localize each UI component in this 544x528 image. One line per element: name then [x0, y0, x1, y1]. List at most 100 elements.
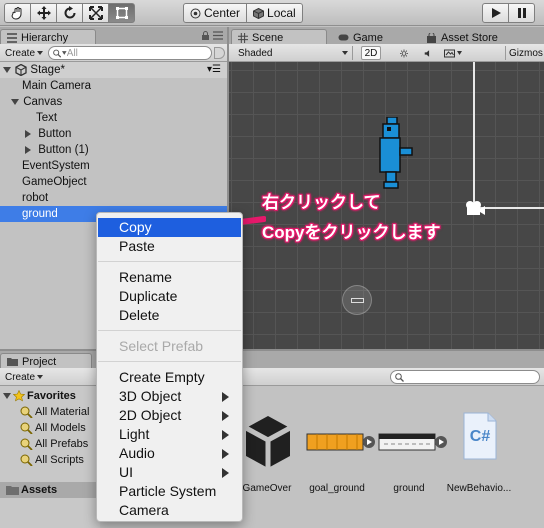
- hierarchy-tabbar: Hierarchy: [0, 27, 227, 45]
- scene-subbar: Shaded 2D Gizmos: [229, 44, 544, 62]
- menu-item-camera[interactable]: Camera: [98, 501, 241, 520]
- menu-item-create-empty[interactable]: Create Empty: [98, 368, 241, 387]
- folder-icon: [7, 358, 18, 366]
- asset-goal-ground[interactable]: goal_ground: [302, 408, 375, 498]
- hierarchy-create-label: Create: [5, 47, 36, 59]
- menu-item-paste[interactable]: Paste: [98, 237, 241, 256]
- pivot-center-button[interactable]: Center: [183, 3, 248, 23]
- expand-triangle-icon[interactable]: [3, 66, 11, 73]
- asset-new-behaviour-script[interactable]: C# NewBehavio...: [444, 408, 514, 498]
- hierarchy-item-eventsystem[interactable]: EventSystem: [0, 158, 227, 174]
- shading-mode-label: Shaded: [238, 47, 273, 59]
- project-create-button[interactable]: Create: [2, 370, 46, 384]
- hierarchy-item-robot[interactable]: robot: [0, 190, 227, 206]
- context-menu: Copy Paste Rename Duplicate Delete Selec…: [96, 212, 243, 522]
- asset-ground[interactable]: ground: [374, 408, 447, 498]
- handle-local-button[interactable]: Local: [246, 3, 303, 23]
- tab-hierarchy[interactable]: Hierarchy: [0, 29, 96, 45]
- scene-menu-icon[interactable]: ▾☰: [207, 62, 221, 78]
- hierarchy-create-button[interactable]: Create: [2, 46, 46, 60]
- menu-item-audio[interactable]: Audio: [98, 444, 241, 463]
- search-filter-icon: [20, 406, 33, 418]
- menu-item-label: Audio: [119, 445, 155, 461]
- expand-triangle-icon[interactable]: [3, 393, 11, 399]
- effects-dropdown-icon[interactable]: [441, 46, 465, 60]
- tab-project[interactable]: Project: [0, 353, 92, 369]
- gizmos-dropdown[interactable]: Gizmos: [505, 46, 544, 60]
- shading-mode-dropdown[interactable]: Shaded: [235, 46, 353, 60]
- project-search[interactable]: [390, 370, 540, 384]
- menu-item-ui[interactable]: UI: [98, 463, 241, 482]
- rotate-tool-icon[interactable]: [56, 3, 83, 23]
- favorite-item[interactable]: All Scripts: [20, 452, 84, 468]
- pause-icon[interactable]: [508, 3, 535, 23]
- hierarchy-item-label: Text: [36, 112, 58, 124]
- scene-row[interactable]: Stage* ▾☰: [0, 62, 227, 78]
- annotation-line-2: Copyをクリックします: [262, 223, 441, 242]
- hierarchy-item-gameobject[interactable]: GameObject: [0, 174, 227, 190]
- submenu-arrow-icon: [222, 430, 229, 440]
- favorites-row[interactable]: Favorites: [3, 388, 76, 404]
- hierarchy-item-canvas[interactable]: Canvas: [0, 94, 227, 110]
- hierarchy-item-text[interactable]: Text: [0, 110, 227, 126]
- menu-item-light[interactable]: Light: [98, 425, 241, 444]
- favorite-item[interactable]: All Prefabs: [20, 436, 88, 452]
- expand-triangle-icon[interactable]: [11, 98, 19, 105]
- hierarchy-item-button[interactable]: Button: [0, 126, 227, 142]
- camera-gizmo-icon[interactable]: [464, 200, 486, 216]
- cube-icon: [253, 7, 265, 19]
- collapse-triangle-icon[interactable]: [25, 129, 31, 138]
- rect-tool-icon[interactable]: [108, 3, 135, 23]
- tab-project-label: Project: [22, 355, 57, 368]
- menu-item-delete[interactable]: Delete: [98, 306, 241, 325]
- list-icon: [7, 32, 17, 43]
- favorite-item[interactable]: All Models: [20, 420, 86, 436]
- menu-item-duplicate[interactable]: Duplicate: [98, 287, 241, 306]
- pivot-toggles: Center Local: [183, 3, 303, 23]
- scale-tool-icon[interactable]: [82, 3, 109, 23]
- favorites-label: Favorites: [27, 390, 76, 402]
- asset-label: ground: [393, 483, 425, 494]
- hierarchy-item-label: GameObject: [22, 176, 87, 188]
- menu-item-rename[interactable]: Rename: [98, 268, 241, 287]
- tab-asset-store-label: Asset Store: [441, 31, 498, 44]
- project-folder-tree: Favorites All Material All Models All Pr…: [0, 386, 100, 528]
- grid-icon: [238, 32, 248, 43]
- toggle-2d-button[interactable]: 2D: [361, 46, 381, 60]
- tab-game-label: Game: [353, 31, 383, 44]
- tab-game[interactable]: Game: [331, 29, 413, 45]
- hierarchy-item-button-1[interactable]: Button (1): [0, 142, 227, 158]
- hierarchy-search[interactable]: [48, 46, 212, 60]
- robot-sprite[interactable]: [375, 117, 415, 190]
- panel-menu-icon[interactable]: [213, 31, 223, 40]
- audio-toggle-icon[interactable]: [421, 46, 435, 60]
- play-icon[interactable]: [482, 3, 509, 23]
- collapse-triangle-icon[interactable]: [25, 145, 31, 154]
- menu-item-3d-object[interactable]: 3D Object: [98, 387, 241, 406]
- unity-scene-icon: [244, 416, 292, 468]
- rect-handle[interactable]: [351, 298, 364, 303]
- search-cancel-icon[interactable]: [214, 47, 225, 59]
- lock-icon[interactable]: [202, 31, 209, 40]
- lighting-toggle-icon[interactable]: [397, 46, 411, 60]
- move-tool-icon[interactable]: [30, 3, 57, 23]
- tab-hierarchy-label: Hierarchy: [21, 31, 69, 44]
- dropdown-arrow-icon: [342, 51, 348, 55]
- tab-asset-store[interactable]: Asset Store: [419, 29, 529, 45]
- hierarchy-item-label: ground: [22, 208, 58, 220]
- hierarchy-item-main-camera[interactable]: Main Camera: [0, 78, 227, 94]
- favorite-item[interactable]: All Material: [20, 404, 89, 420]
- menu-item-2d-object[interactable]: 2D Object: [98, 406, 241, 425]
- project-content: Favorites All Material All Models All Pr…: [0, 386, 544, 528]
- circle-gizmo[interactable]: [342, 285, 372, 315]
- hand-tool-icon[interactable]: [4, 3, 31, 23]
- menu-separator: [98, 361, 241, 362]
- menu-item-copy[interactable]: Copy: [98, 218, 241, 237]
- assets-folder-row[interactable]: Assets: [0, 482, 100, 498]
- hierarchy-search-input[interactable]: [66, 47, 211, 59]
- menu-item-label: 2D Object: [119, 407, 182, 423]
- menu-item-particle-system[interactable]: Particle System: [98, 482, 241, 501]
- toggle-2d-label: 2D: [364, 47, 378, 59]
- tab-scene[interactable]: Scene: [231, 29, 327, 45]
- asset-label: NewBehavio...: [446, 483, 512, 494]
